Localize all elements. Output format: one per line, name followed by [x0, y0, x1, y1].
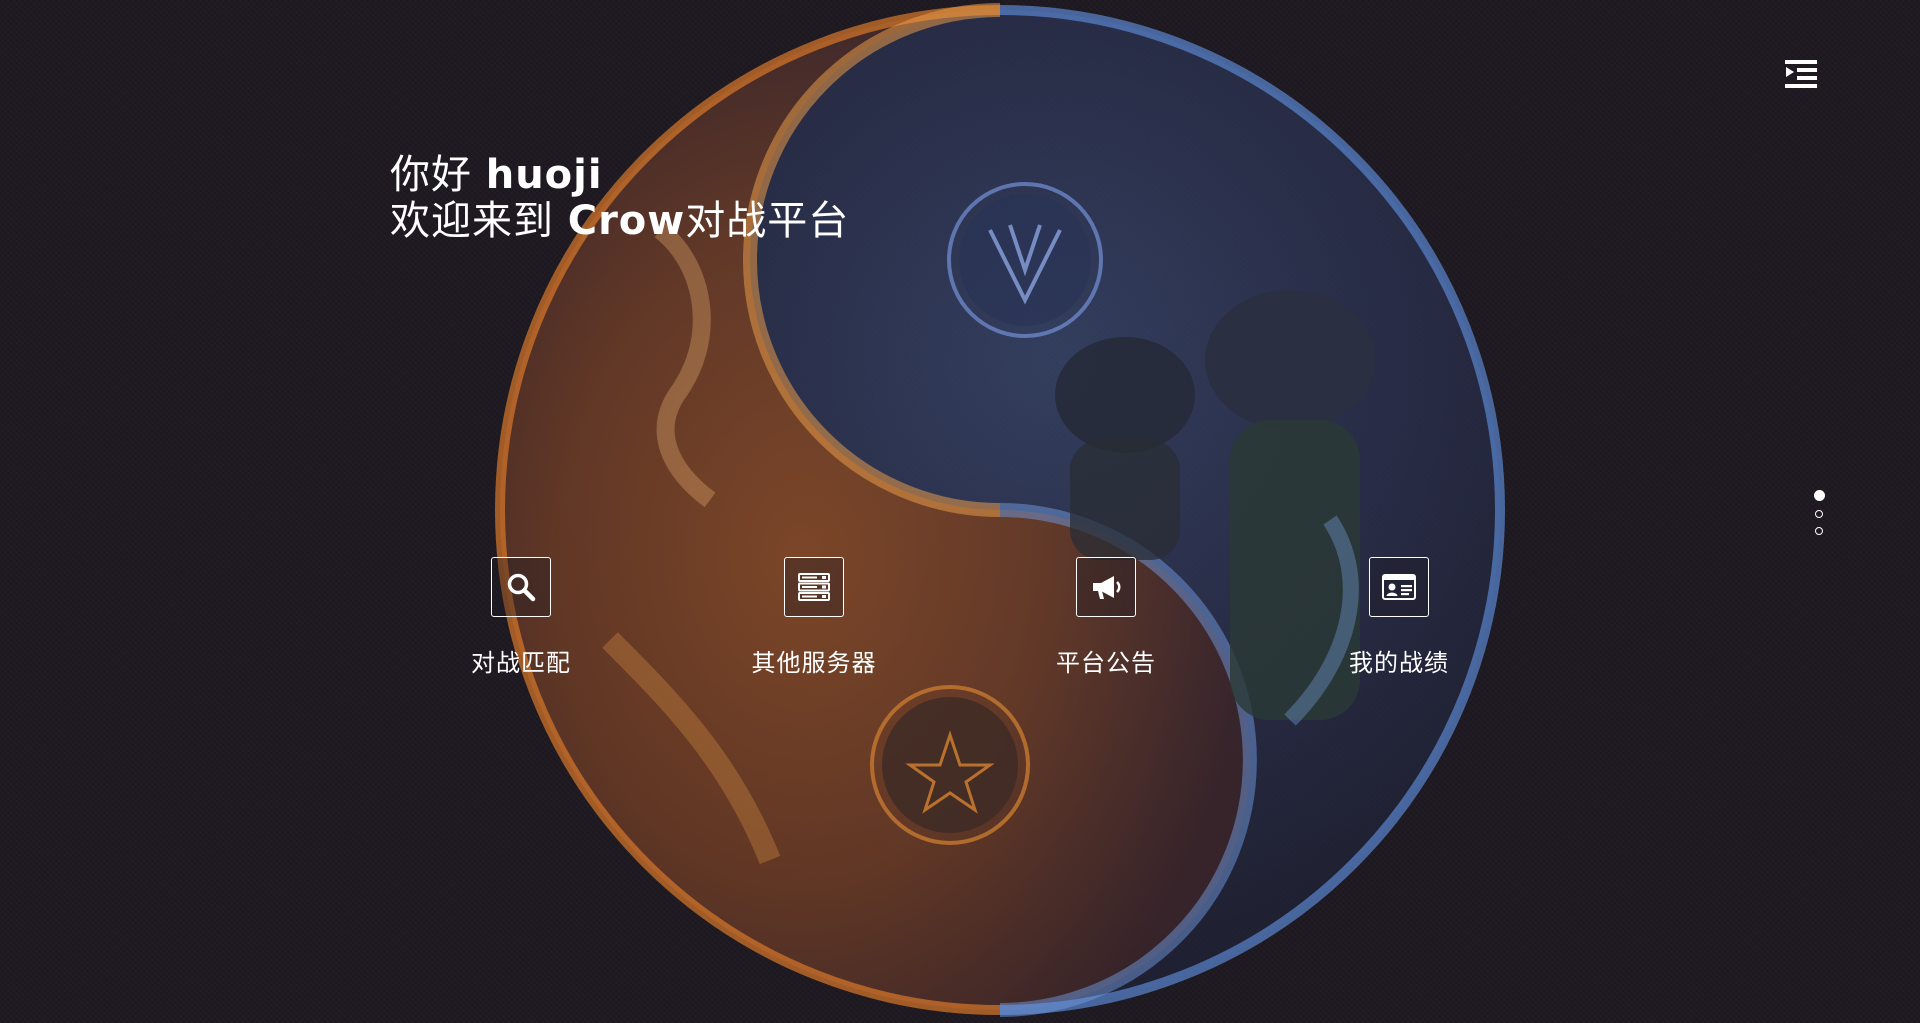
- greeting-hello-line: 你好 huoji: [390, 152, 849, 198]
- feature-icon-box[interactable]: [784, 557, 844, 617]
- welcome-suffix: 对战平台: [685, 198, 850, 244]
- pagination-dot-3[interactable]: [1815, 527, 1823, 535]
- pagination-dot-2[interactable]: [1815, 510, 1823, 518]
- welcome-prefix: 欢迎来到: [390, 198, 568, 244]
- feature-label: 其他服务器: [751, 649, 877, 677]
- section-pagination: [1812, 490, 1826, 544]
- pagination-dot-1[interactable]: [1813, 490, 1825, 501]
- megaphone-icon: [1093, 576, 1121, 599]
- feature-match-button[interactable]: 对战匹配: [421, 557, 621, 678]
- menu-toggle-button[interactable]: [1785, 58, 1819, 88]
- feature-stats-button[interactable]: 我的战绩: [1299, 557, 1499, 678]
- hello-text: 你好: [390, 152, 486, 198]
- server-icon: [798, 573, 830, 601]
- menu-toggle-icon: [1785, 60, 1817, 88]
- feature-icon-box[interactable]: [1369, 557, 1429, 617]
- feature-label: 平台公告: [1056, 649, 1156, 677]
- feature-announcements-button[interactable]: 平台公告: [1006, 557, 1206, 678]
- feature-servers-button[interactable]: 其他服务器: [714, 557, 914, 678]
- username: huoji: [485, 152, 603, 198]
- platform-name: Crow: [567, 198, 686, 244]
- greeting-welcome-line: 欢迎来到 Crow对战平台: [390, 198, 849, 244]
- greeting-block: 你好 huoji 欢迎来到 Crow对战平台: [390, 152, 849, 244]
- feature-icon-box[interactable]: [491, 557, 551, 617]
- feature-icon-box[interactable]: [1076, 557, 1136, 617]
- search-icon: [507, 573, 536, 602]
- main-screen: 你好 huoji 欢迎来到 Crow对战平台 对战匹配 其他服务器 平台公告 我…: [0, 0, 1920, 1023]
- id-card-icon: [1382, 574, 1416, 600]
- feature-label: 对战匹配: [471, 649, 571, 677]
- feature-label: 我的战绩: [1349, 649, 1449, 677]
